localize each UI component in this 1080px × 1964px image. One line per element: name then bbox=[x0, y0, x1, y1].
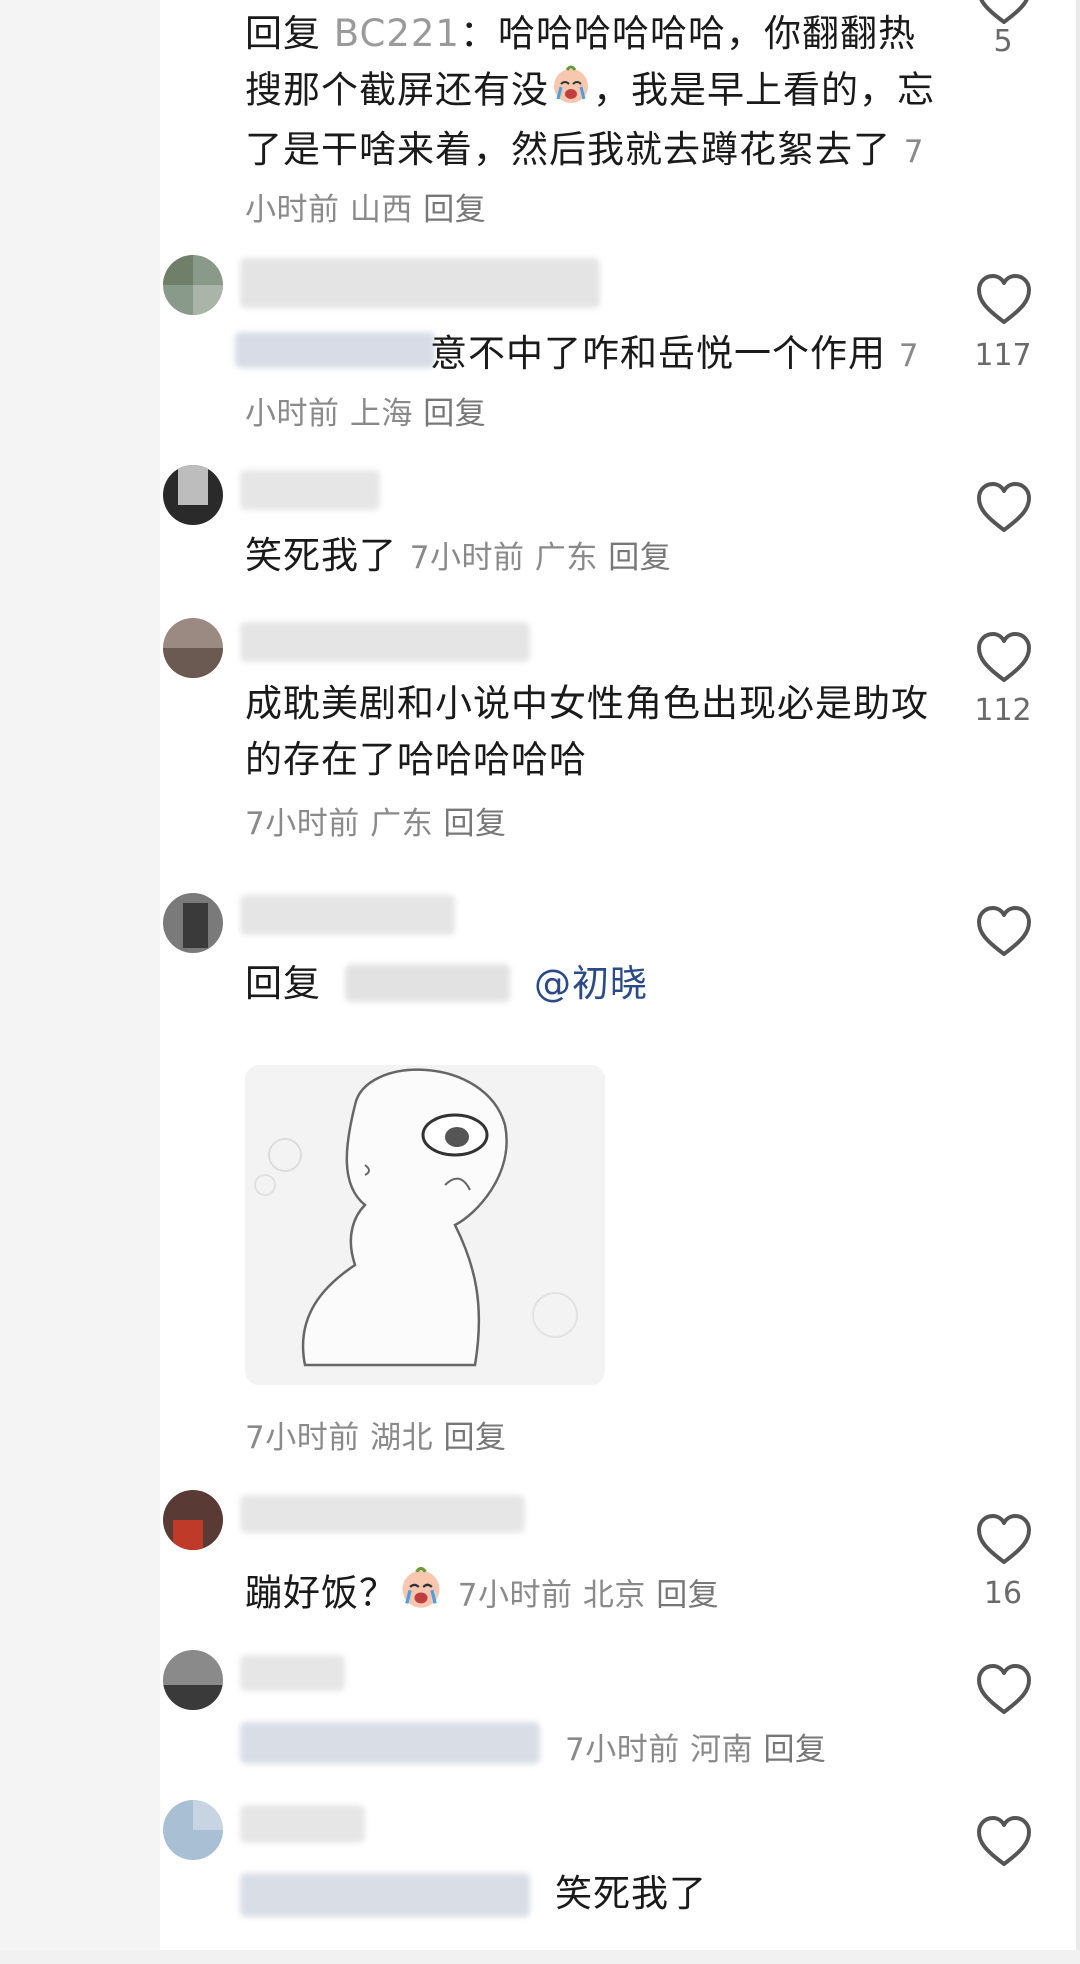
comment-meta: 7小时前 湖北 回复 bbox=[245, 1412, 506, 1457]
timestamp: 7小时前 bbox=[409, 540, 525, 576]
location: 湖北 bbox=[370, 1420, 434, 1456]
crying-face-emoji bbox=[397, 1563, 445, 1627]
avatar[interactable] bbox=[163, 255, 223, 315]
blurred-username[interactable] bbox=[240, 258, 600, 308]
comment-body: 成耽美剧和小说中女性角色出现必是助攻的存在了哈哈哈哈哈 7小时前 广东 回复 bbox=[245, 676, 935, 852]
at-mention-text[interactable]: @初晓 bbox=[534, 962, 648, 1005]
crying-face-emoji bbox=[549, 62, 593, 122]
like-count: 117 bbox=[974, 338, 1032, 373]
bottom-edge bbox=[0, 1950, 1080, 1964]
blurred-username[interactable] bbox=[240, 1805, 365, 1843]
timestamp: 7小时前 bbox=[245, 1420, 360, 1456]
heart-icon[interactable] bbox=[975, 904, 1033, 958]
like-count: 16 bbox=[983, 1576, 1023, 1611]
location: 河南 bbox=[690, 1732, 754, 1768]
timestamp: 7小时前 bbox=[565, 1732, 680, 1768]
reply-button[interactable]: 回复 bbox=[423, 396, 486, 432]
location: 上海 bbox=[349, 396, 413, 432]
avatar[interactable] bbox=[163, 1800, 223, 1860]
heart-icon[interactable] bbox=[975, 630, 1033, 684]
heart-icon[interactable] bbox=[975, 1662, 1033, 1716]
mention-at[interactable]: @初晓 bbox=[534, 956, 648, 1012]
reply-prefix: 回复 bbox=[245, 962, 321, 1005]
blurred-username[interactable] bbox=[240, 470, 380, 510]
comment-body: 笑死我了 7小时前 广东 回复 bbox=[245, 528, 935, 586]
comment-body: 意不中了咋和岳悦一个作用 7小时前 上海 回复 bbox=[245, 326, 935, 442]
comment-text: 笑死我了 bbox=[555, 1872, 707, 1915]
blurred-text bbox=[240, 1873, 530, 1917]
reply-button[interactable]: 回复 bbox=[423, 192, 486, 228]
comment-text: 意不中了咋和岳悦一个作用 bbox=[430, 332, 886, 375]
left-margin bbox=[0, 0, 160, 1964]
comment-text: 成耽美剧和小说中女性角色出现必是助攻的存在了哈哈哈哈哈 bbox=[245, 682, 929, 781]
avatar[interactable] bbox=[163, 1650, 223, 1710]
like-count: 5 bbox=[993, 24, 1013, 59]
blurred-username[interactable] bbox=[240, 622, 530, 662]
comment-image[interactable] bbox=[245, 1065, 605, 1385]
location: 北京 bbox=[582, 1577, 646, 1614]
reply-button[interactable]: 回复 bbox=[443, 1420, 506, 1456]
right-margin bbox=[1076, 0, 1080, 1964]
blurred-username[interactable] bbox=[240, 895, 455, 935]
heart-icon[interactable] bbox=[975, 1814, 1033, 1868]
heart-icon[interactable] bbox=[975, 0, 1033, 26]
comment-body: 笑死我了 bbox=[555, 1866, 707, 1922]
comment-text: 笑死我了 bbox=[245, 534, 397, 577]
comment-meta: 7小时前 广东 回复 bbox=[410, 540, 671, 576]
blurred-username[interactable] bbox=[240, 1655, 345, 1691]
heart-icon[interactable] bbox=[975, 272, 1033, 326]
reply-button[interactable]: 回复 bbox=[763, 1732, 826, 1768]
location: 广东 bbox=[370, 806, 434, 842]
reply-button[interactable]: 回复 bbox=[443, 806, 506, 842]
comment-meta: 7小时前 广东 回复 bbox=[245, 796, 935, 852]
comment-body: 蹦好饭？ 7小时前 北京 回复 bbox=[245, 1563, 935, 1627]
avatar[interactable] bbox=[163, 1490, 223, 1550]
like-count: 112 bbox=[974, 693, 1032, 728]
avatar[interactable] bbox=[163, 465, 223, 525]
blurred-text bbox=[240, 1722, 540, 1764]
reply-button[interactable]: 回复 bbox=[656, 1578, 719, 1614]
blurred-reply-target bbox=[345, 964, 510, 1002]
blurred-username[interactable] bbox=[240, 1495, 525, 1533]
avatar[interactable] bbox=[163, 893, 223, 953]
timestamp: 7小时前 bbox=[457, 1577, 573, 1614]
comment-meta: 7小时前 河南 回复 bbox=[565, 1724, 826, 1769]
heart-icon[interactable] bbox=[975, 1512, 1033, 1566]
timestamp: 7小时前 bbox=[245, 806, 360, 842]
location: 山西 bbox=[349, 192, 413, 228]
comment-meta: 7小时前 北京 回复 bbox=[458, 1578, 719, 1614]
comment-body: 回复 BC221：哈哈哈哈哈哈，你翻翻热搜那个截屏还有没 ，我是早上看的，忘了是… bbox=[245, 6, 935, 238]
mention-username[interactable]: BC221 bbox=[334, 12, 460, 55]
avatar[interactable] bbox=[163, 618, 223, 678]
reply-button[interactable]: 回复 bbox=[608, 540, 671, 576]
location: 广东 bbox=[534, 540, 598, 576]
heart-icon[interactable] bbox=[975, 480, 1033, 534]
reply-prefix: 回复 bbox=[245, 12, 334, 55]
comment-text: 蹦好饭？ bbox=[245, 1571, 397, 1615]
